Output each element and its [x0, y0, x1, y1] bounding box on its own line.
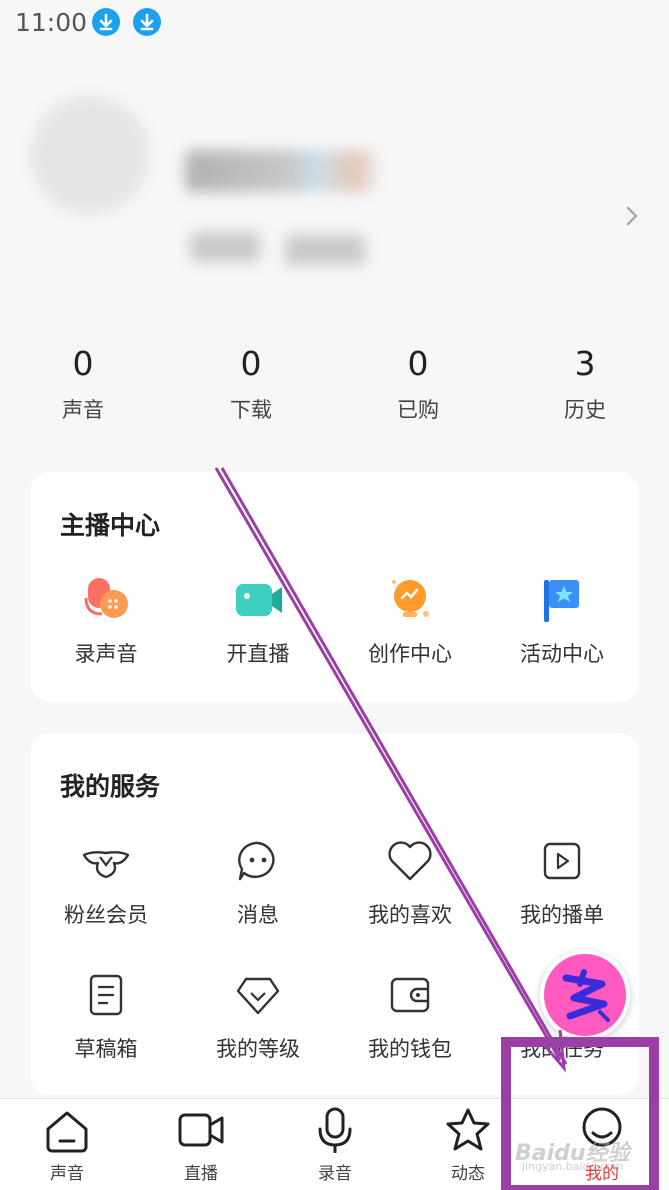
anchor-center-card: 主播中心 录声音 开直播 创作中心 活动中心 [30, 472, 639, 702]
grid-label: 活动中心 [520, 642, 604, 666]
messages-button[interactable]: 消息 [182, 835, 334, 929]
live-camera-icon [236, 584, 282, 616]
microphone-icon [318, 1107, 352, 1153]
stat-history[interactable]: 3 历史 [525, 340, 645, 424]
stat-sounds[interactable]: 0 声音 [23, 340, 143, 424]
tab-label: 声音 [50, 1164, 84, 1184]
grid-label: 我的播单 [520, 903, 604, 927]
blurred-user-info [190, 232, 260, 262]
stat-label: 下载 [230, 398, 272, 422]
heart-icon [388, 841, 432, 881]
activity-center-button[interactable]: 活动中心 [486, 574, 638, 668]
blurred-user-info [285, 235, 365, 265]
grid-label: 我的喜欢 [368, 903, 452, 927]
record-voice-button[interactable]: 录声音 [30, 574, 182, 668]
draft-icon [89, 974, 123, 1016]
download-icon [92, 8, 120, 36]
status-time: 11:00 [15, 8, 88, 37]
grid-label: 我的等级 [216, 1037, 300, 1061]
avatar[interactable] [30, 95, 150, 215]
drafts-button[interactable]: 草稿箱 [30, 969, 182, 1063]
playlist-icon [543, 842, 581, 880]
stat-label: 声音 [62, 398, 104, 422]
tab-sounds[interactable]: 声音 [0, 1107, 134, 1184]
stat-value: 0 [240, 344, 262, 383]
level-icon [236, 977, 280, 1015]
creation-bulb-icon [392, 580, 429, 617]
video-icon [178, 1113, 224, 1147]
grid-label: 草稿箱 [74, 1037, 138, 1061]
my-level-button[interactable]: 我的等级 [182, 969, 334, 1063]
grid-label: 我的钱包 [368, 1037, 452, 1061]
stat-purchased[interactable]: 0 已购 [358, 340, 478, 424]
blurred-username [185, 150, 375, 192]
stat-value: 0 [72, 344, 94, 383]
stat-label: 历史 [564, 398, 606, 422]
go-live-button[interactable]: 开直播 [182, 574, 334, 668]
stat-downloads[interactable]: 0 下载 [191, 340, 311, 424]
fan-member-button[interactable]: 粉丝会员 [30, 835, 182, 929]
my-likes-button[interactable]: 我的喜欢 [334, 835, 486, 929]
watermark-url: jingyan.baidu.com [522, 1160, 624, 1173]
my-playlist-button[interactable]: 我的播单 [486, 835, 638, 929]
grid-label: 录声音 [74, 642, 138, 666]
tab-label: 直播 [184, 1164, 218, 1184]
stat-value: 0 [407, 344, 429, 383]
card-title: 主播中心 [60, 511, 161, 540]
card-title: 我的服务 [60, 772, 161, 801]
grid-label: 开直播 [226, 642, 290, 666]
grid-label: 粉丝会员 [64, 903, 148, 927]
tab-live[interactable]: 直播 [134, 1107, 268, 1184]
wallet-icon [390, 977, 430, 1013]
activity-flag-icon [544, 580, 579, 622]
star-icon [446, 1108, 490, 1151]
grid-label: 我的任务 [520, 1037, 604, 1061]
download-icon [133, 8, 161, 36]
chevron-right-icon[interactable] [622, 204, 642, 228]
grid-label: 消息 [237, 903, 279, 927]
status-bar: 11:00 [0, 0, 669, 46]
tab-record[interactable]: 录音 [268, 1107, 402, 1184]
my-wallet-button[interactable]: 我的钱包 [334, 969, 486, 1063]
floating-event-badge[interactable] [540, 950, 630, 1040]
event-logo-icon [562, 969, 610, 1022]
fan-member-icon [82, 851, 130, 879]
record-voice-icon [84, 578, 128, 618]
message-icon [238, 841, 275, 881]
my-services-card: 我的服务 粉丝会员 消息 我的喜欢 我的播单 草稿箱 我的等级 我的钱包 我的任… [30, 733, 639, 1095]
grid-label: 创作中心 [368, 642, 452, 666]
stat-value: 3 [574, 344, 596, 383]
creation-center-button[interactable]: 创作中心 [334, 574, 486, 668]
stat-label: 已购 [397, 398, 439, 422]
home-icon [46, 1111, 88, 1153]
tab-label: 录音 [318, 1164, 352, 1184]
